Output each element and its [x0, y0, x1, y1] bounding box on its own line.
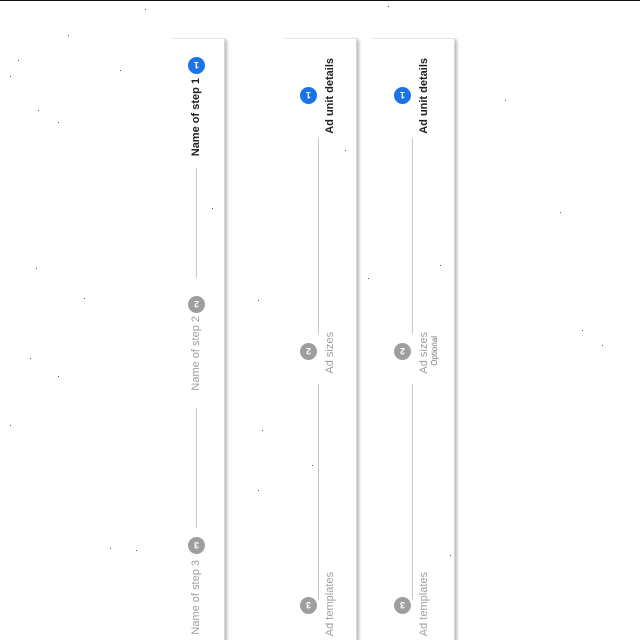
- vertical-stepper-1: 1 Name of step 1 2 Name of step 2 3 Name…: [172, 38, 224, 640]
- step-number-badge[interactable]: 2: [394, 343, 411, 360]
- step-number-badge[interactable]: 3: [188, 537, 205, 554]
- step-label[interactable]: Name of step 3: [190, 560, 202, 635]
- step-label[interactable]: Ad templates: [418, 572, 430, 636]
- step-number-badge[interactable]: 1: [188, 57, 205, 74]
- step-number-badge[interactable]: 1: [394, 87, 411, 104]
- step-number-badge[interactable]: 2: [188, 296, 205, 313]
- step-number-badge[interactable]: 1: [300, 87, 317, 104]
- top-border: [0, 0, 640, 1]
- step-label[interactable]: Ad sizes: [418, 332, 430, 374]
- step-label[interactable]: Ad unit details: [418, 58, 430, 134]
- step-number-badge[interactable]: 3: [300, 597, 317, 614]
- step-connector: [196, 408, 197, 528]
- step-connector: [412, 384, 413, 600]
- step-connector: [196, 168, 197, 278]
- step-connector: [318, 138, 319, 334]
- step-label[interactable]: Ad sizes: [324, 332, 336, 374]
- step-label[interactable]: Ad templates: [324, 572, 336, 636]
- step-label[interactable]: Name of step 2: [190, 316, 202, 391]
- step-optional-label: Optional: [430, 336, 439, 366]
- step-label[interactable]: Name of step 1: [190, 78, 202, 156]
- vertical-stepper-3: Ad unit details 1 Ad sizes Optional 2 Ad…: [372, 38, 454, 640]
- step-number-badge[interactable]: 3: [394, 597, 411, 614]
- step-connector: [318, 384, 319, 600]
- step-number-badge[interactable]: 2: [300, 343, 317, 360]
- step-label[interactable]: Ad unit details: [324, 58, 336, 134]
- vertical-stepper-2: Ad unit details 1 Ad sizes 2 Ad template…: [284, 38, 356, 640]
- step-connector: [412, 138, 413, 334]
